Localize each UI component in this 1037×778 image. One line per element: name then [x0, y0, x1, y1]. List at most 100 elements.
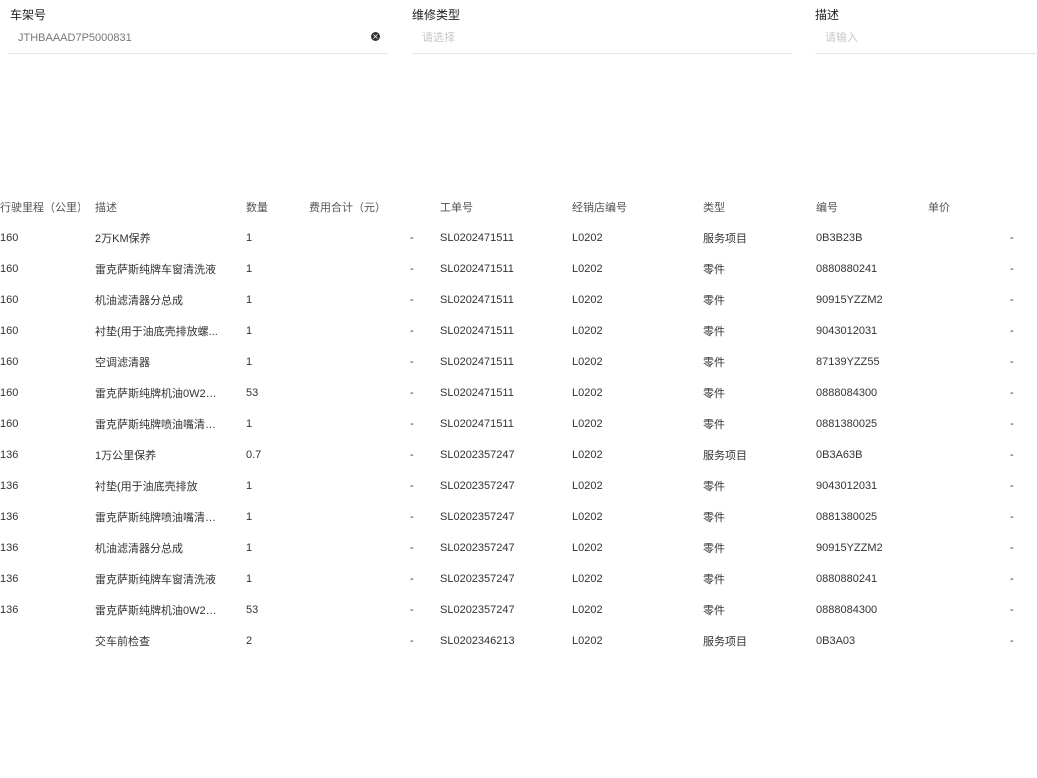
cell-order-number: SL0202471511: [440, 293, 514, 306]
cell-total-cost: -: [410, 448, 414, 461]
table-row: 136 雷克萨斯纯牌机油0W20... 53 - SL0202357247 L0202 零件…: [0, 594, 1037, 625]
cell-quantity: 1: [246, 262, 253, 275]
cell-order-number: SL0202357247: [440, 541, 515, 554]
cell-code: 0B3A63B: [816, 448, 863, 461]
cell-type: 服务项目: [703, 232, 747, 245]
cell-code: 0B3A03: [816, 634, 856, 647]
cell-quantity: 1: [246, 541, 253, 554]
repair-history-page: 车架号 × 维修类型 描述 行驶里程（公里） 描述 数量 费用合计（元） 工单号…: [0, 0, 1037, 778]
cell-quantity: 2: [246, 634, 253, 647]
cell-quantity: 1: [246, 324, 253, 337]
table-row: 136 雷克萨斯纯牌喷油嘴清洗剂 1 - SL0202357247 L0202 零件 0881…: [0, 501, 1037, 532]
header-total-cost: 费用合计（元）: [309, 202, 386, 214]
cell-description: 衬垫(用于油底壳排放螺...: [95, 325, 218, 338]
cell-code: 0888084300: [816, 386, 878, 399]
cell-quantity: 1: [246, 510, 253, 523]
cell-dealer-code: L0202: [572, 572, 603, 585]
cell-mileage: 160: [0, 386, 19, 399]
cell-mileage: 160: [0, 355, 19, 368]
cell-order-number: SL0202357247: [440, 479, 515, 492]
cell-mileage: 160: [0, 324, 19, 337]
clear-icon[interactable]: ×: [371, 32, 380, 41]
cell-order-number: SL0202357247: [440, 510, 515, 523]
cell-total-cost: -: [410, 541, 414, 554]
cell-mileage: 160: [0, 262, 19, 275]
cell-order-number: SL0202471511: [440, 324, 514, 337]
cell-unit-price: -: [1010, 324, 1014, 337]
cell-unit-price: -: [1010, 510, 1014, 523]
cell-description: 雷克萨斯纯牌机油0W20...: [95, 387, 220, 400]
description-input[interactable]: [815, 27, 1037, 49]
description-filter: 描述: [815, 8, 1037, 54]
repair-type-select[interactable]: [412, 27, 792, 49]
cell-type: 零件: [703, 418, 725, 431]
cell-mileage: 160: [0, 231, 19, 244]
table-body: 160 2万KM保养 1 - SL0202471511 L0202 服务项目 0B3B23B -…: [0, 222, 1037, 656]
cell-mileage: 136: [0, 448, 19, 461]
cell-mileage: 136: [0, 479, 19, 492]
cell-mileage: 160: [0, 293, 19, 306]
cell-quantity: 1: [246, 417, 253, 430]
cell-type: 零件: [703, 263, 725, 276]
cell-quantity: 0.7: [246, 448, 262, 461]
table-row: 136 机油滤清器分总成 1 - SL0202357247 L0202 零件 90915YZZ…: [0, 532, 1037, 563]
vin-input[interactable]: [8, 27, 388, 49]
table-row: 160 雷克萨斯纯牌喷油嘴清洗剂 1 - SL0202471511 L0202 零件 0881…: [0, 408, 1037, 439]
cell-order-number: SL0202471511: [440, 262, 514, 275]
cell-unit-price: -: [1010, 355, 1014, 368]
cell-description: 雷克萨斯纯牌车窗清洗液: [95, 263, 216, 276]
cell-code: 9043012031: [816, 479, 878, 492]
cell-order-number: SL0202357247: [440, 448, 515, 461]
cell-unit-price: -: [1010, 479, 1014, 492]
cell-type: 服务项目: [703, 635, 747, 648]
cell-code: 0888084300: [816, 603, 878, 616]
cell-dealer-code: L0202: [572, 479, 603, 492]
cell-code: 0B3B23B: [816, 231, 863, 244]
cell-code: 87139YZZ55: [816, 355, 880, 368]
cell-order-number: SL0202471511: [440, 386, 514, 399]
cell-mileage: [0, 625, 80, 656]
cell-dealer-code: L0202: [572, 603, 603, 616]
cell-type: 零件: [703, 387, 725, 400]
table-row: 160 2万KM保养 1 - SL0202471511 L0202 服务项目 0B3B23B -: [0, 222, 1037, 253]
cell-description: 2万KM保养: [95, 232, 151, 245]
header-unit-price: 单价: [928, 202, 950, 214]
cell-unit-price: -: [1010, 386, 1014, 399]
cell-dealer-code: L0202: [572, 541, 603, 554]
cell-order-number: SL0202471511: [440, 355, 514, 368]
cell-code: 0881380025: [816, 510, 878, 523]
header-mileage: 行驶里程（公里）: [0, 202, 80, 214]
cell-description: 雷克萨斯纯牌喷油嘴清洗剂: [95, 511, 220, 524]
cell-dealer-code: L0202: [572, 231, 603, 244]
cell-dealer-code: L0202: [572, 417, 603, 430]
cell-mileage: 136: [0, 510, 19, 523]
table-row: 160 雷克萨斯纯牌车窗清洗液 1 - SL0202471511 L0202 零件 08808…: [0, 253, 1037, 284]
repair-type-label: 维修类型: [412, 8, 461, 22]
cell-dealer-code: L0202: [572, 355, 603, 368]
repair-items-table: 行驶里程（公里） 描述 数量 费用合计（元） 工单号 经销店编号 类型 编号 单…: [0, 192, 1037, 656]
table-row: 160 机油滤清器分总成 1 - SL0202471511 L0202 零件 90915YZZ…: [0, 284, 1037, 315]
cell-total-cost: -: [410, 386, 414, 399]
cell-mileage: 136: [0, 572, 19, 585]
cell-dealer-code: L0202: [572, 510, 603, 523]
cell-type: 零件: [703, 604, 725, 617]
table-row: 交车前检查 2 - SL0202346213 L0202 服务项目 0B3A03 -: [0, 625, 1037, 656]
header-quantity: 数量: [246, 202, 268, 214]
cell-dealer-code: L0202: [572, 324, 603, 337]
cell-order-number: SL0202357247: [440, 572, 515, 585]
cell-description: 雷克萨斯纯牌车窗清洗液: [95, 573, 216, 586]
cell-unit-price: -: [1010, 231, 1014, 244]
cell-description: 1万公里保养: [95, 449, 157, 462]
cell-unit-price: -: [1010, 293, 1014, 306]
cell-total-cost: -: [410, 479, 414, 492]
description-label: 描述: [815, 8, 840, 22]
cell-code: 0880880241: [816, 572, 878, 585]
table-row: 160 衬垫(用于油底壳排放螺... 1 - SL0202471511 L0202 零件 90…: [0, 315, 1037, 346]
cell-order-number: SL0202346213: [440, 634, 515, 647]
cell-dealer-code: L0202: [572, 448, 603, 461]
header-order-number: 工单号: [440, 202, 473, 214]
table-row: 136 衬垫(用于油底壳排放 1 - SL0202357247 L0202 零件 904301…: [0, 470, 1037, 501]
cell-total-cost: -: [410, 572, 414, 585]
cell-unit-price: -: [1010, 262, 1014, 275]
cell-unit-price: -: [1010, 417, 1014, 430]
